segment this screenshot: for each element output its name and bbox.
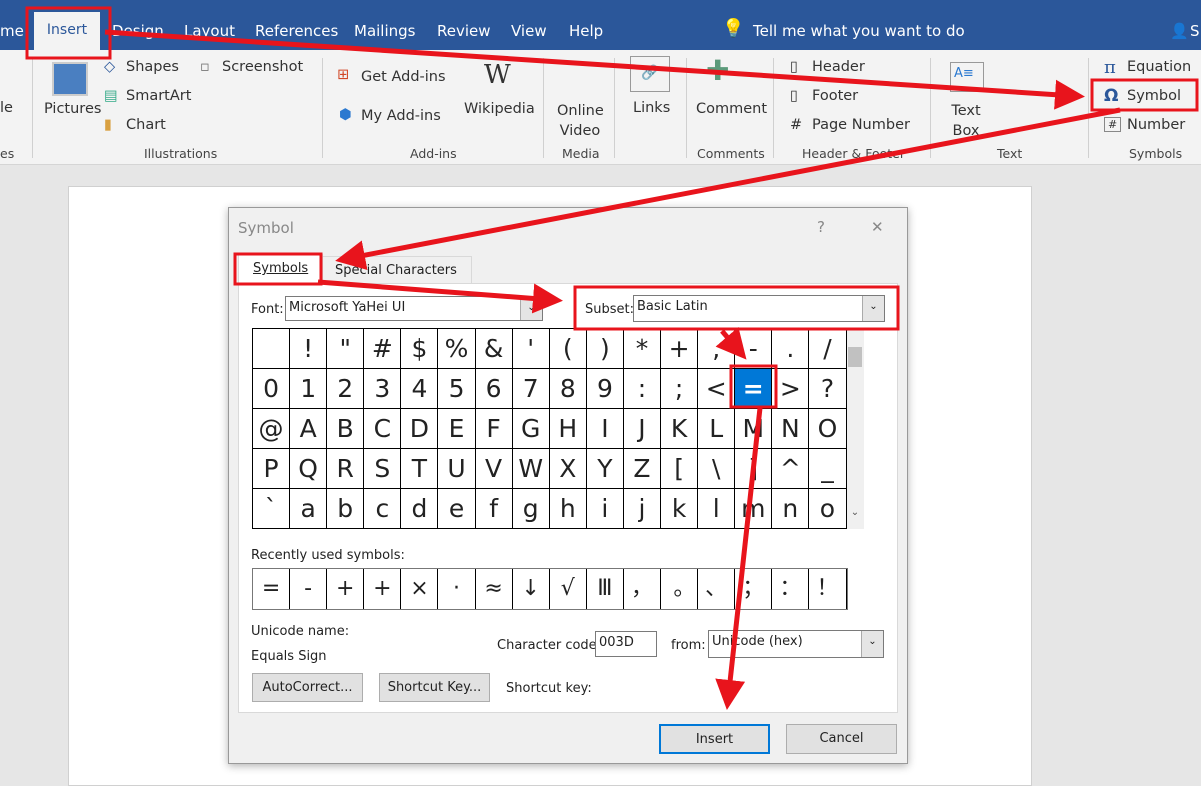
arrow-insert-to-symbol	[104, 29, 1085, 110]
highlight-insert-tab	[25, 6, 112, 60]
arrow-tab-to-subset	[317, 279, 563, 314]
highlight-symbol-button	[1090, 78, 1199, 112]
arrow-cell-to-insert	[715, 407, 763, 710]
highlight-symbols-tab	[233, 252, 323, 286]
highlight-subset	[573, 285, 900, 331]
annotation-overlay	[25, 6, 1199, 710]
highlight-equals-cell	[729, 364, 778, 409]
arrow-subset-to-cell	[715, 327, 747, 360]
arrow-symbol-to-tab	[335, 107, 1121, 270]
